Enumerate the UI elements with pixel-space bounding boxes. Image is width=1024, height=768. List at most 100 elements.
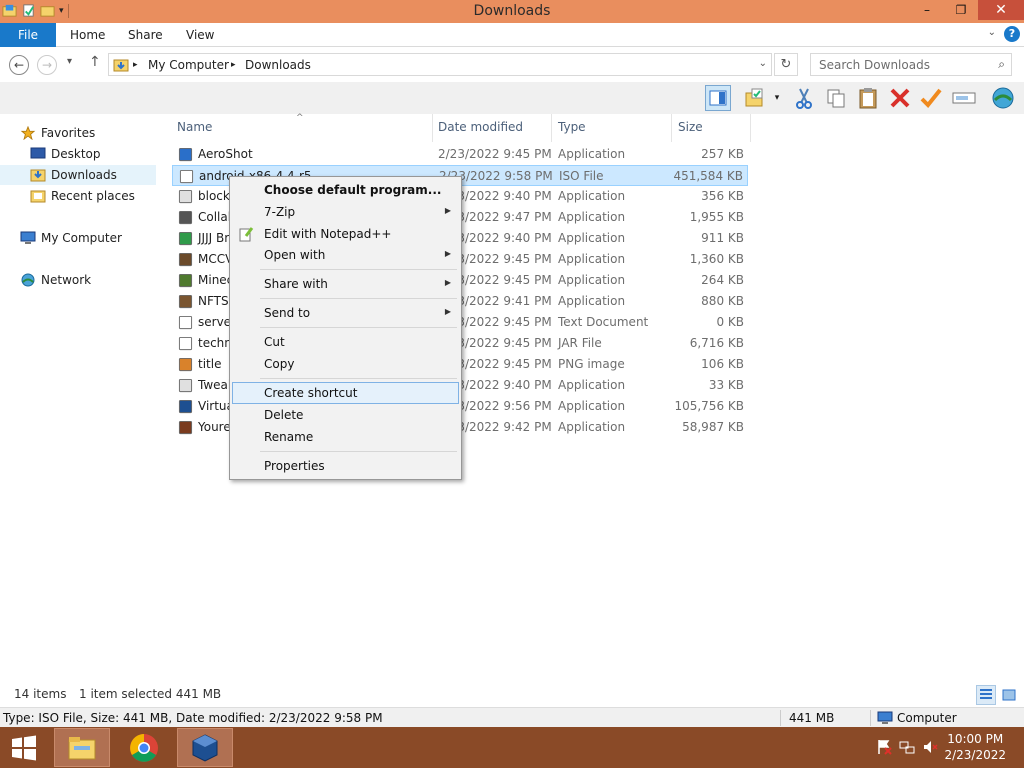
taskbar-file-explorer[interactable] [54,728,110,767]
sidebar-item-network[interactable]: Network [20,270,91,290]
column-divider[interactable] [750,114,751,142]
network-status-icon[interactable] [899,739,915,755]
menu-item-copy[interactable]: Copy [232,353,459,375]
file-type: Application [558,399,626,413]
search-input[interactable]: Search Downloads ⌕ [810,53,1012,76]
minimize-button[interactable]: – [910,0,944,20]
globe-icon [178,231,193,246]
location-zone: Computer [897,711,957,725]
menu-item-create-shortcut[interactable]: Create shortcut [232,382,459,404]
folder-options-dropdown-icon[interactable]: ▾ [770,85,784,111]
sidebar-item-my-computer[interactable]: My Computer [20,228,122,248]
sidebar-item-desktop[interactable]: Desktop [30,144,101,164]
ribbon-tabs: File Home Share View ⌄ ? [0,23,1024,47]
details-view-button[interactable] [976,685,996,705]
forward-button[interactable]: → [37,55,57,75]
preview-pane-button[interactable] [705,85,731,111]
menu-item-send-to[interactable]: Send to ▶ [232,302,459,324]
menu-item-share-with[interactable]: Share with ▶ [232,273,459,295]
file-details-text: Type: ISO File, Size: 441 MB, Date modif… [3,711,383,725]
file-name: Youre [198,420,231,434]
copy-button[interactable] [823,85,849,111]
breadcrumb-separator[interactable]: ▸ [133,60,138,70]
folder-check-icon [745,88,763,107]
network-icon [21,273,35,287]
file-type: Application [558,378,626,392]
start-button[interactable] [0,728,48,767]
action-center-flag-icon[interactable] [876,739,892,755]
column-header-size[interactable]: Size [678,120,703,134]
column-divider[interactable] [432,114,433,142]
preview-pane-icon [709,90,727,106]
large-icons-view-button[interactable] [999,685,1019,705]
navigation-bar: ← → ▾ ↑ ▸ My Computer ▸ Downloads ⌄ ↻ Se… [0,48,1024,82]
column-divider[interactable] [551,114,552,142]
column-header-date-modified[interactable]: Date modified [438,120,523,134]
scissors-icon [796,88,812,109]
address-bar[interactable]: ▸ My Computer ▸ Downloads ⌄ [108,53,772,76]
table-row[interactable]: AeroShot 2/23/2022 9:45 PM Application 257 … [172,144,748,165]
column-divider[interactable] [671,114,672,142]
search-icon[interactable]: ⌕ [998,57,1005,72]
file-size: 105,756 KB [674,399,744,413]
back-button[interactable]: ← [9,55,29,75]
menu-item-7zip[interactable]: 7-Zip ▶ [232,201,459,223]
tab-file[interactable]: File [0,23,56,47]
app-window-icon [178,378,193,393]
menu-separator [260,269,457,270]
sidebar-item-favorites[interactable]: Favorites [20,123,95,143]
sidebar-label-downloads: Downloads [51,168,117,182]
ribbon-expand-icon[interactable]: ⌄ [988,27,996,38]
tab-home[interactable]: Home [70,23,105,47]
menu-item-open-with[interactable]: Open with ▶ [232,244,459,266]
sidebar-item-downloads[interactable]: Downloads [0,165,156,185]
menu-item-edit-with-notepad[interactable]: Edit with Notepad++ [232,223,459,245]
properties-button[interactable] [990,85,1016,111]
status-bar: 14 items 1 item selected 441 MB [0,684,1024,706]
tab-view[interactable]: View [186,23,214,47]
submenu-arrow-icon: ▶ [444,307,451,316]
file-type: Application [558,210,626,224]
up-button[interactable]: ↑ [89,54,101,70]
cut-button[interactable] [791,85,817,111]
recent-locations-dropdown[interactable]: ▾ [67,56,72,67]
menu-item-properties[interactable]: Properties [232,455,459,477]
title-bar: ▾ Downloads – ❐ ✕ [0,0,1024,23]
status-separator [870,710,871,726]
maximize-button[interactable]: ❐ [944,0,978,20]
rename-button[interactable] [951,85,977,111]
select-folder-button[interactable] [742,85,768,111]
menu-item-choose-default-program[interactable]: Choose default program... [232,179,459,201]
column-header-name[interactable]: Name [177,120,212,134]
downloads-folder-icon [113,59,129,72]
clock-date: 2/23/2022 [944,748,1006,762]
menu-item-delete[interactable]: Delete [232,404,459,426]
close-button[interactable]: ✕ [978,0,1024,20]
menu-item-rename[interactable]: Rename [232,426,459,448]
taskbar-chrome[interactable] [116,728,172,767]
refresh-button[interactable]: ↻ [774,53,798,76]
tab-share[interactable]: Share [128,23,163,47]
breadcrumb-separator[interactable]: ▸ [231,60,236,70]
sidebar-item-recent-places[interactable]: Recent places [30,186,135,206]
breadcrumb-my-computer[interactable]: My Computer [148,58,229,72]
delete-button[interactable] [887,85,913,111]
breadcrumb-downloads[interactable]: Downloads [245,58,311,72]
search-placeholder: Search Downloads [819,58,930,72]
paste-button[interactable] [855,85,881,111]
help-icon[interactable]: ? [1004,26,1020,42]
command-toolbar: ▾ [0,82,1024,114]
file-size: 264 KB [701,273,744,287]
file-size: 106 KB [701,357,744,371]
taskbar-virtualbox[interactable] [177,728,233,767]
downloads-folder-icon [30,169,46,182]
address-dropdown-icon[interactable]: ⌄ [759,58,767,69]
window-controls: – ❐ ✕ [910,0,1024,20]
system-clock[interactable]: 10:00 PM 2/23/2022 [944,731,1006,763]
file-type: PNG image [558,357,625,371]
menu-separator [260,298,457,299]
menu-item-cut[interactable]: Cut [232,331,459,353]
column-header-type[interactable]: Type [558,120,586,134]
volume-muted-icon[interactable] [922,739,938,755]
check-button[interactable] [918,85,944,111]
